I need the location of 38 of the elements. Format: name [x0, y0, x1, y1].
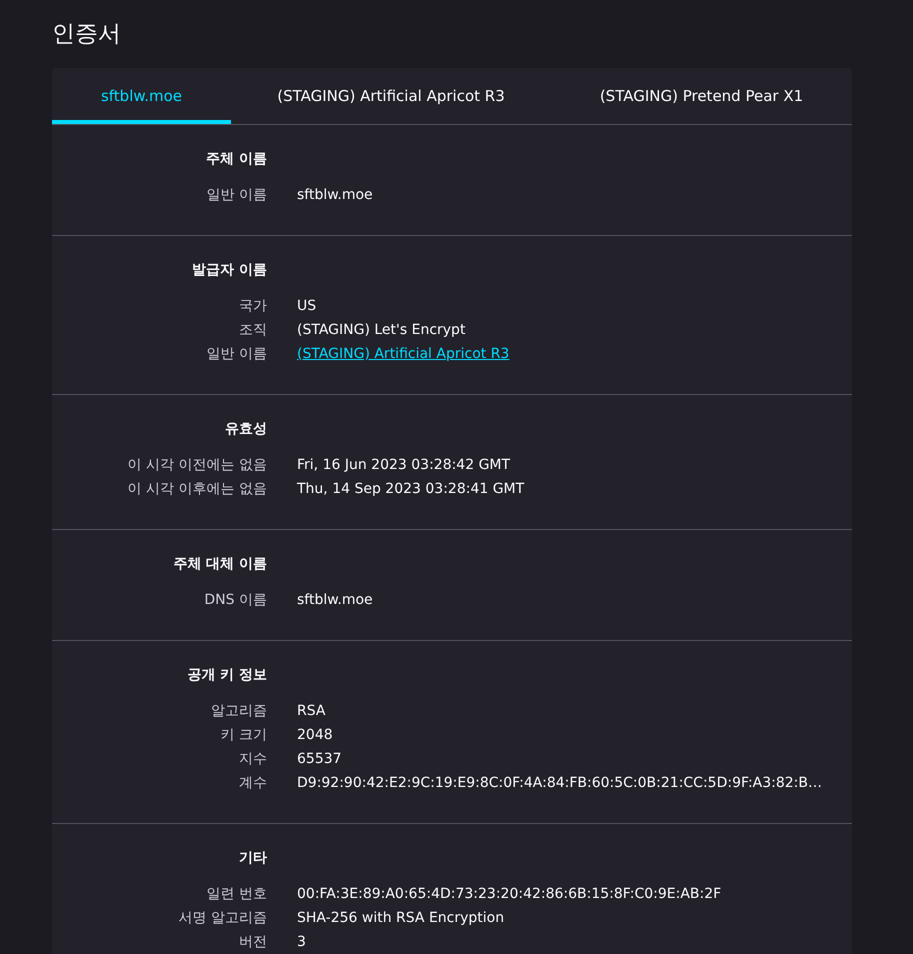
- field-value: Fri, 16 Jun 2023 03:28:42 GMT: [297, 456, 510, 475]
- field-label: 키 크기: [220, 726, 267, 745]
- field-value: SHA-256 with RSA Encryption: [297, 909, 504, 928]
- certificate-tab[interactable]: sftblw.moe: [52, 68, 231, 124]
- page-title: 인증서: [52, 20, 122, 49]
- field-value: sftblw.moe: [297, 591, 373, 610]
- field-label: 계수: [238, 774, 267, 793]
- field-value: US: [297, 297, 316, 316]
- field-label: DNS 이름: [203, 591, 267, 610]
- field-value: RSA: [297, 702, 326, 721]
- field-label: 일반 이름: [206, 186, 267, 205]
- field-value: 65537: [297, 750, 342, 769]
- field-label: 일련 번호: [206, 885, 267, 904]
- section-heading: 주체 대체 이름: [172, 555, 267, 574]
- section-heading: 발급자 이름: [191, 261, 267, 280]
- field-value: 00:FA:3E:89:A0:65:4D:73:23:20:42:86:6B:15:8F:C0:9E:AB:2F: [297, 885, 722, 904]
- field-label: 지수: [238, 750, 267, 769]
- field-label: 조직: [238, 321, 267, 340]
- field-label: 버전: [238, 933, 267, 952]
- field-value: 2048: [297, 726, 333, 745]
- field-value: sftblw.moe: [297, 186, 373, 205]
- field-label: 알고리즘: [210, 702, 267, 721]
- field-label: 일반 이름: [206, 345, 267, 364]
- certificate-tab[interactable]: (STAGING) Pretend Pear X1: [551, 68, 852, 124]
- field-value: Thu, 14 Sep 2023 03:28:41 GMT: [297, 480, 524, 499]
- field-value: (STAGING) Let's Encrypt: [297, 321, 466, 340]
- certificate-tab[interactable]: (STAGING) Artificial Apricot R3: [231, 68, 551, 124]
- section-heading: 기타: [238, 849, 267, 868]
- field-label: 이 시각 이후에는 없음: [126, 480, 267, 499]
- field-value: D9:92:90:42:E2:9C:19:E9:8C:0F:4A:84:FB:60:5C:0B:21:CC:5D:9F:A3:82:B…: [297, 774, 822, 793]
- field-label: 서명 알고리즘: [178, 909, 267, 928]
- section-heading: 주체 이름: [205, 150, 267, 169]
- field-link[interactable]: (STAGING) Artificial Apricot R3: [297, 342, 510, 366]
- section-heading: 유효성: [224, 420, 267, 439]
- field-label: 국가: [238, 297, 267, 316]
- field-label: 이 시각 이전에는 없음: [126, 456, 267, 475]
- field-value: 3: [297, 933, 306, 952]
- section-heading: 공개 키 정보: [186, 666, 267, 685]
